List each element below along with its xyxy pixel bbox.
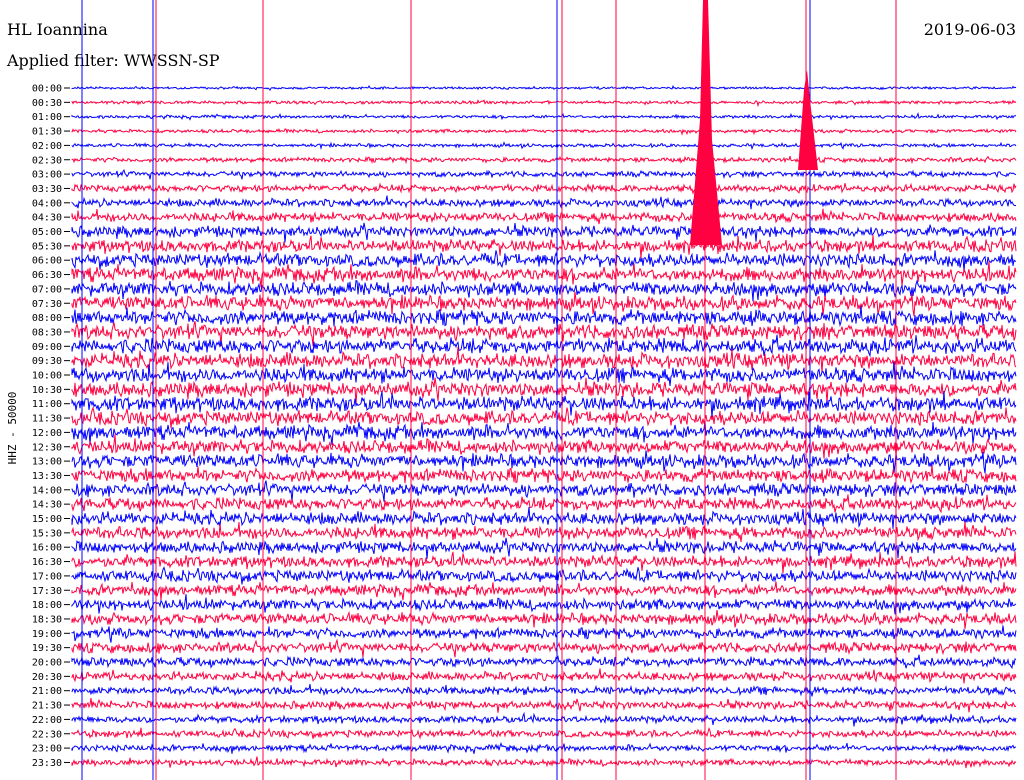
row-time-label: 23:30: [32, 758, 62, 769]
row-time-label: 05:30: [32, 241, 62, 252]
row-time-label: 19:30: [32, 643, 62, 654]
row-time-label: 05:00: [32, 227, 62, 238]
trace-row: [71, 261, 1017, 288]
row-time-label: 09:00: [32, 342, 62, 353]
row-time-label: 07:00: [32, 284, 62, 295]
trace-row: [71, 521, 1017, 543]
trace-row: [71, 711, 1017, 727]
trace-row: [71, 638, 1017, 658]
trace-row: [71, 756, 1017, 769]
trace-row: [71, 465, 1017, 484]
row-time-label: 12:00: [32, 428, 62, 439]
row-time-label: 10:30: [32, 385, 62, 396]
trace-row: [71, 306, 1017, 328]
trace-row: [71, 506, 1017, 529]
row-time-label: 17:00: [32, 571, 62, 582]
helicorder-plot: 00:00 00:30 01:00 01:30 02:00 02:30 03:00 03:30…: [6, 0, 1017, 780]
trace-row: [71, 291, 1017, 317]
trace-row: [71, 551, 1017, 574]
row-time-label: 02:30: [32, 155, 62, 166]
trace-row: [71, 346, 1017, 373]
trace-row: [71, 195, 1017, 210]
trace-row: [71, 141, 1017, 151]
time-axis: 00:00 00:30 01:00 01:30 02:00 02:30 03:00 03:30…: [32, 84, 70, 769]
trace-row: [71, 668, 1017, 684]
row-time-label: 13:30: [32, 471, 62, 482]
row-time-label: 11:30: [32, 414, 62, 425]
row-time-label: 08:30: [32, 327, 62, 338]
row-time-label: 03:00: [32, 170, 62, 181]
row-time-label: 15:30: [32, 528, 62, 539]
row-time-label: 14:00: [32, 485, 62, 496]
row-time-label: 17:30: [32, 586, 62, 597]
row-time-label: 06:00: [32, 256, 62, 267]
event-burst: [798, 70, 818, 170]
row-time-label: 00:30: [32, 98, 62, 109]
row-time-label: 01:30: [32, 127, 62, 138]
trace-row: [71, 654, 1017, 670]
row-time-label: 04:30: [32, 213, 62, 224]
row-time-label: 02:00: [32, 141, 62, 152]
seismic-traces: [71, 0, 1017, 780]
row-time-label: 01:00: [32, 112, 62, 123]
trace-row: [71, 741, 1016, 754]
row-time-label: 12:30: [32, 442, 62, 453]
trace-row: [71, 726, 1017, 740]
row-time-label: 23:00: [32, 744, 62, 755]
channel-label: HHZ - 50000: [6, 392, 19, 465]
row-time-label: 03:30: [32, 184, 62, 195]
trace-row: [71, 155, 1017, 165]
row-time-label: 21:00: [32, 686, 62, 697]
event-burst: [690, 0, 722, 245]
trace-row: [71, 235, 1017, 259]
trace-row: [71, 84, 1017, 92]
row-time-label: 06:30: [32, 270, 62, 281]
trace-row: [71, 537, 1017, 559]
row-time-label: 19:00: [32, 629, 62, 640]
row-time-label: 18:00: [32, 600, 62, 611]
trace-row: [71, 566, 1017, 585]
trace-row: [71, 494, 1017, 514]
row-time-label: 20:00: [32, 658, 62, 669]
trace-row: [71, 168, 1017, 180]
row-time-label: 04:00: [32, 198, 62, 209]
row-time-label: 14:30: [32, 500, 62, 511]
trace-row: [71, 683, 1017, 697]
trace-row: [71, 127, 1017, 136]
row-time-label: 16:30: [32, 557, 62, 568]
trace-row: [71, 625, 1017, 643]
trace-row: [71, 208, 1017, 225]
row-time-label: 20:30: [32, 672, 62, 683]
trace-row: [71, 361, 1017, 386]
row-time-label: 00:00: [32, 84, 62, 95]
row-time-label: 16:00: [32, 543, 62, 554]
trace-row: [71, 222, 1017, 243]
trace-row: [71, 182, 1017, 195]
row-time-label: 07:30: [32, 299, 62, 310]
row-time-label: 22:30: [32, 729, 62, 740]
trace-row: [71, 610, 1017, 629]
row-time-label: 13:00: [32, 457, 62, 468]
trace-row: [71, 334, 1017, 358]
row-time-label: 10:00: [32, 371, 62, 382]
trace-row: [71, 594, 1017, 615]
row-time-label: 22:00: [32, 715, 62, 726]
trace-row: [71, 581, 1017, 601]
row-time-label: 08:00: [32, 313, 62, 324]
trace-row: [71, 99, 1017, 108]
row-time-label: 11:00: [32, 399, 62, 410]
row-time-label: 18:30: [32, 614, 62, 625]
row-time-label: 09:30: [32, 356, 62, 367]
trace-row: [71, 697, 1017, 713]
row-time-label: 21:30: [32, 701, 62, 712]
trace-row: [71, 112, 1017, 121]
row-time-label: 15:00: [32, 514, 62, 525]
trace-row: [71, 421, 1017, 446]
